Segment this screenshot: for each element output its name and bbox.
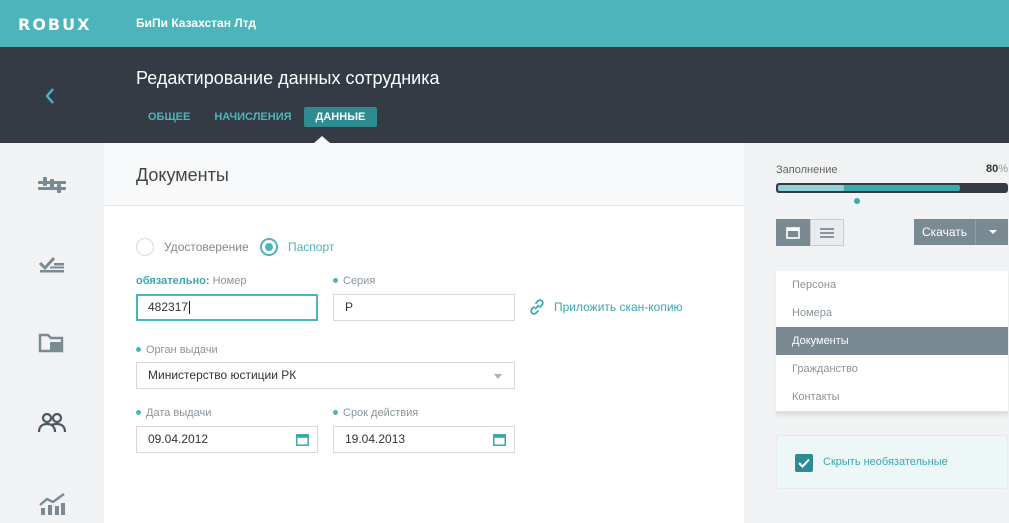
checkmark-icon [798, 458, 810, 468]
expiry-date-input[interactable]: 19.04.2013 [333, 426, 515, 453]
section-item-numbers[interactable]: Номера [776, 299, 1008, 327]
fill-unit: % [998, 163, 1008, 175]
download-split-button: Скачать [914, 219, 1008, 245]
download-dropdown-toggle[interactable] [976, 219, 1008, 245]
page-title: Редактирование данных сотрудника [136, 68, 440, 88]
expiry-date-value: 19.04.2013 [345, 432, 406, 446]
sliders-icon[interactable] [38, 173, 66, 197]
optional-dot [333, 277, 338, 283]
series-input[interactable]: Р [333, 294, 515, 321]
analytics-icon[interactable] [38, 491, 66, 515]
attach-scan-link[interactable]: Приложить скан-копию [529, 299, 683, 315]
issuer-label-text: Орган выдачи [146, 344, 218, 356]
radio-id-card[interactable]: Удостоверение [136, 238, 249, 256]
issuer-label: Орган выдачи [136, 344, 218, 356]
expiry-date-label: Срок действия [333, 407, 418, 419]
issuer-value: Министерство юстиции РК [148, 368, 297, 382]
number-label-text: Номер [212, 275, 247, 287]
issue-date-input[interactable]: 09.04.2012 [136, 426, 318, 453]
people-icon[interactable] [37, 411, 67, 435]
chevron-down-icon [494, 374, 502, 379]
view-toggle [776, 219, 844, 246]
series-label: Серия [333, 275, 375, 287]
fill-percentage: 80% [986, 163, 1008, 175]
page-header: Редактирование данных сотрудника ОБЩЕЕ Н… [0, 47, 1009, 143]
hide-optional-box: Скрыть необязательные [776, 435, 1008, 489]
number-input[interactable]: 482317 [136, 294, 318, 321]
app-logo[interactable]: ROBUX [18, 15, 91, 34]
back-button[interactable] [40, 85, 62, 107]
radio-passport[interactable]: Паспорт [260, 238, 334, 256]
calendar-icon[interactable] [296, 433, 309, 446]
issue-date-label: Дата выдачи [136, 407, 211, 419]
section-header: Документы [104, 143, 744, 206]
radio-circle [136, 238, 154, 256]
chevron-left-icon [45, 88, 54, 104]
section-item-documents[interactable]: Документы [776, 327, 1008, 355]
progress-marker [854, 198, 860, 204]
list-view-button[interactable] [810, 219, 844, 246]
radio-passport-label: Паспорт [288, 240, 335, 254]
folder-icon[interactable] [38, 331, 66, 355]
issue-date-label-text: Дата выдачи [146, 407, 212, 419]
section-nav-list: Персона Номера Документы Гражданство Кон… [776, 271, 1008, 414]
section-item-citizenship[interactable]: Гражданство [776, 355, 1008, 383]
document-form-panel: Документы Удостоверение Паспорт обязател… [104, 143, 744, 523]
required-marker: обязательно: [136, 275, 210, 287]
series-label-text: Серия [343, 275, 376, 287]
fill-value: 80 [985, 163, 999, 175]
tab-general[interactable]: ОБЩЕЕ [136, 107, 202, 127]
expiry-date-label-text: Срок действия [343, 407, 419, 419]
section-item-contacts[interactable]: Контакты [776, 383, 1008, 411]
top-bar: ROBUX БиПи Казахстан Лтд [0, 0, 1009, 47]
hide-optional-checkbox[interactable] [795, 454, 813, 472]
issue-date-value: 09.04.2012 [148, 432, 209, 446]
company-name[interactable]: БиПи Казахстан Лтд [136, 16, 256, 30]
number-value: 482317 [148, 300, 189, 314]
radio-id-card-label: Удостоверение [164, 240, 249, 254]
checklist-icon[interactable] [38, 253, 66, 277]
optional-dot [136, 346, 141, 352]
optional-dot [333, 409, 338, 415]
radio-circle-selected [260, 238, 278, 256]
download-button[interactable]: Скачать [914, 219, 976, 245]
active-tab-pointer [314, 136, 330, 143]
number-label: обязательно: Номер [136, 275, 246, 287]
card-view-button[interactable] [776, 219, 810, 246]
fill-progress-segment [778, 185, 844, 191]
issuer-select[interactable]: Министерство юстиции РК [136, 362, 515, 389]
tab-accruals[interactable]: НАЧИСЛЕНИЯ [202, 107, 303, 127]
calendar-icon[interactable] [493, 433, 506, 446]
right-sidebar: Заполнение 80% Скачать Персона Номера До… [744, 143, 1009, 523]
hide-optional-label[interactable]: Скрыть необязательные [823, 456, 948, 468]
left-nav [0, 143, 104, 523]
list-view-icon [820, 227, 834, 238]
section-title: Документы [136, 165, 229, 185]
optional-dot [136, 409, 141, 415]
card-view-icon [786, 226, 800, 239]
tab-data[interactable]: ДАННЫЕ [303, 107, 378, 127]
text-cursor [189, 301, 191, 315]
section-item-person[interactable]: Персона [776, 271, 1008, 299]
paperclip-icon [530, 299, 544, 315]
attach-scan-label: Приложить скан-копию [554, 300, 683, 314]
tab-bar: ОБЩЕЕ НАЧИСЛЕНИЯ ДАННЫЕ [136, 107, 378, 127]
fill-label: Заполнение [776, 164, 838, 176]
fill-progress-bar [776, 183, 1008, 193]
